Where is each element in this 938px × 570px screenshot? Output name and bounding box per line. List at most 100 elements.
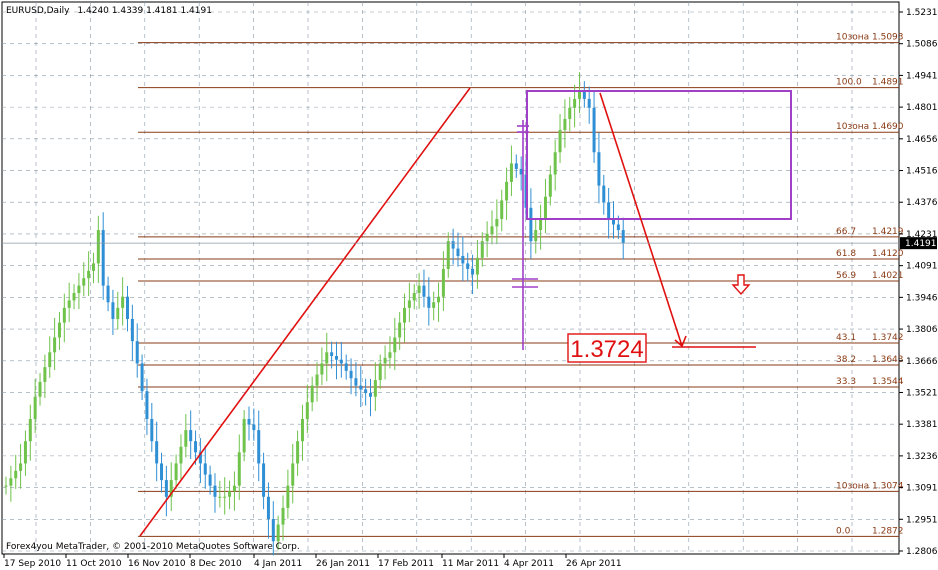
fib-level-label: 66.7 bbox=[836, 227, 856, 237]
y-tick-label: 1.4801 bbox=[906, 103, 938, 113]
price-bar-body bbox=[228, 491, 232, 497]
price-bar-body bbox=[4, 485, 8, 487]
price-bar-body bbox=[23, 441, 27, 464]
price-bar-body bbox=[616, 224, 620, 231]
price-bar-body bbox=[543, 196, 547, 219]
price-bar-body bbox=[422, 285, 426, 297]
price-bar-body bbox=[257, 430, 261, 464]
price-bar-body bbox=[344, 363, 348, 371]
price-bar-body bbox=[101, 230, 105, 286]
y-tick-label: 1.3381 bbox=[906, 420, 938, 430]
price-bar-body bbox=[558, 130, 562, 153]
y-tick-label: 1.2951 bbox=[906, 515, 938, 525]
fib-level-value: 1.3742 bbox=[872, 333, 904, 343]
price-bar-body bbox=[446, 241, 450, 269]
price-bar-body bbox=[602, 185, 606, 203]
y-tick-label: 1.2806 bbox=[906, 547, 938, 557]
price-bar-body bbox=[194, 441, 198, 453]
x-tick-label: 4 Apr 2011 bbox=[504, 559, 554, 569]
y-tick-label: 1.3806 bbox=[906, 325, 938, 335]
y-tick-label: 1.5231 bbox=[906, 8, 938, 18]
price-bar-body bbox=[57, 322, 61, 338]
price-bar-body bbox=[388, 352, 392, 358]
y-tick-label: 1.3236 bbox=[906, 452, 938, 462]
fib-level-label: 10зона bbox=[836, 481, 869, 491]
price-chart: 10зона 1.5093100.0 1.489110зона 1.469066.7 1… bbox=[1, 1, 938, 569]
price-bar-body bbox=[247, 418, 251, 425]
y-tick-label: 1.4656 bbox=[906, 135, 938, 145]
fib-level-value: 1.3074 bbox=[872, 481, 904, 491]
price-bar-body bbox=[242, 418, 246, 453]
x-tick-label: 26 Jan 2011 bbox=[316, 559, 370, 569]
price-bar-body bbox=[262, 463, 266, 497]
price-bar-body bbox=[485, 233, 489, 242]
fib-level-label: 100.0 bbox=[836, 78, 862, 88]
price-bar-body bbox=[164, 480, 168, 497]
price-bar-body bbox=[116, 307, 120, 319]
y-tick-label: 1.3946 bbox=[906, 293, 938, 303]
price-bar-body bbox=[184, 430, 188, 447]
y-tick-label: 1.4941 bbox=[906, 71, 938, 81]
y-tick-label: 1.3521 bbox=[906, 388, 938, 398]
price-bar-body bbox=[403, 307, 407, 323]
price-bar-body bbox=[208, 474, 212, 486]
price-bar-body bbox=[281, 507, 285, 525]
x-tick-label: 16 Nov 2010 bbox=[128, 559, 186, 569]
price-bar-body bbox=[179, 446, 183, 464]
price-bar-body bbox=[232, 485, 236, 492]
price-bar-body bbox=[82, 278, 86, 286]
price-bar-body bbox=[189, 430, 193, 442]
y-tick-label: 1.3091 bbox=[906, 484, 938, 494]
price-bar-body bbox=[509, 163, 513, 182]
fib-level-value: 1.4891 bbox=[872, 78, 904, 88]
x-tick-label: 17 Feb 2011 bbox=[378, 559, 434, 569]
price-bar-body bbox=[466, 263, 470, 269]
price-bar-body bbox=[33, 396, 37, 419]
fib-level-label: 10зона bbox=[836, 122, 869, 132]
price-bar-body bbox=[145, 391, 149, 419]
y-tick-label: 1.3666 bbox=[906, 357, 938, 367]
price-bar-body bbox=[373, 380, 377, 397]
price-bar-body bbox=[213, 485, 217, 497]
price-bar-body bbox=[150, 418, 154, 442]
fib-level-label: 43.1 bbox=[836, 333, 856, 343]
x-tick-label: 4 Jan 2011 bbox=[254, 559, 302, 569]
fib-level-value: 1.4219 bbox=[872, 227, 904, 237]
price-bar-body bbox=[271, 518, 275, 542]
price-bar-body bbox=[223, 496, 227, 498]
price-bar-body bbox=[203, 463, 207, 475]
price-bar-body bbox=[62, 307, 66, 323]
fib-level-value: 1.4021 bbox=[872, 271, 904, 281]
price-bar-body bbox=[514, 163, 518, 169]
price-bar-body bbox=[427, 296, 431, 308]
price-bar-body bbox=[140, 363, 144, 392]
price-bar-body bbox=[359, 385, 363, 390]
plot-background bbox=[1, 1, 900, 555]
price-bar-body bbox=[539, 218, 543, 231]
price-bar-body bbox=[19, 463, 23, 471]
price-bar-body bbox=[126, 296, 129, 319]
y-tick-label: 1.4516 bbox=[906, 167, 938, 177]
price-bar-body bbox=[72, 293, 76, 301]
y-tick-label: 1.5086 bbox=[906, 40, 938, 50]
price-bar-body bbox=[121, 296, 125, 308]
price-bar-body bbox=[291, 463, 295, 486]
copyright-text: Forex4you MetaTrader, © 2001-2010 MetaQu… bbox=[6, 542, 300, 552]
fib-level-value: 1.4690 bbox=[872, 122, 904, 132]
fib-level-label: 10зона bbox=[836, 33, 869, 43]
price-bar-body bbox=[480, 241, 484, 258]
price-bar-body bbox=[369, 393, 372, 397]
price-bar-body bbox=[407, 300, 411, 308]
fib-level-label: 61.8 bbox=[836, 249, 856, 259]
price-bar-body bbox=[325, 352, 329, 364]
price-bar-body bbox=[237, 452, 241, 486]
y-tick-label: 1.4091 bbox=[906, 262, 938, 272]
price-bar-body bbox=[96, 230, 100, 264]
price-bar-body bbox=[28, 418, 32, 442]
chart-window: 10зона 1.5093 100.0 1.4891 10зона 1.4690 66.7 1… bbox=[0, 0, 938, 570]
price-bar-body bbox=[495, 218, 499, 227]
price-bar-body bbox=[330, 352, 334, 356]
price-bar-body bbox=[383, 357, 387, 364]
price-bar-body bbox=[354, 378, 358, 386]
chart-header: EURUSD,Daily 1.4240 1.4339 1.4181 1.4191 bbox=[6, 6, 212, 16]
